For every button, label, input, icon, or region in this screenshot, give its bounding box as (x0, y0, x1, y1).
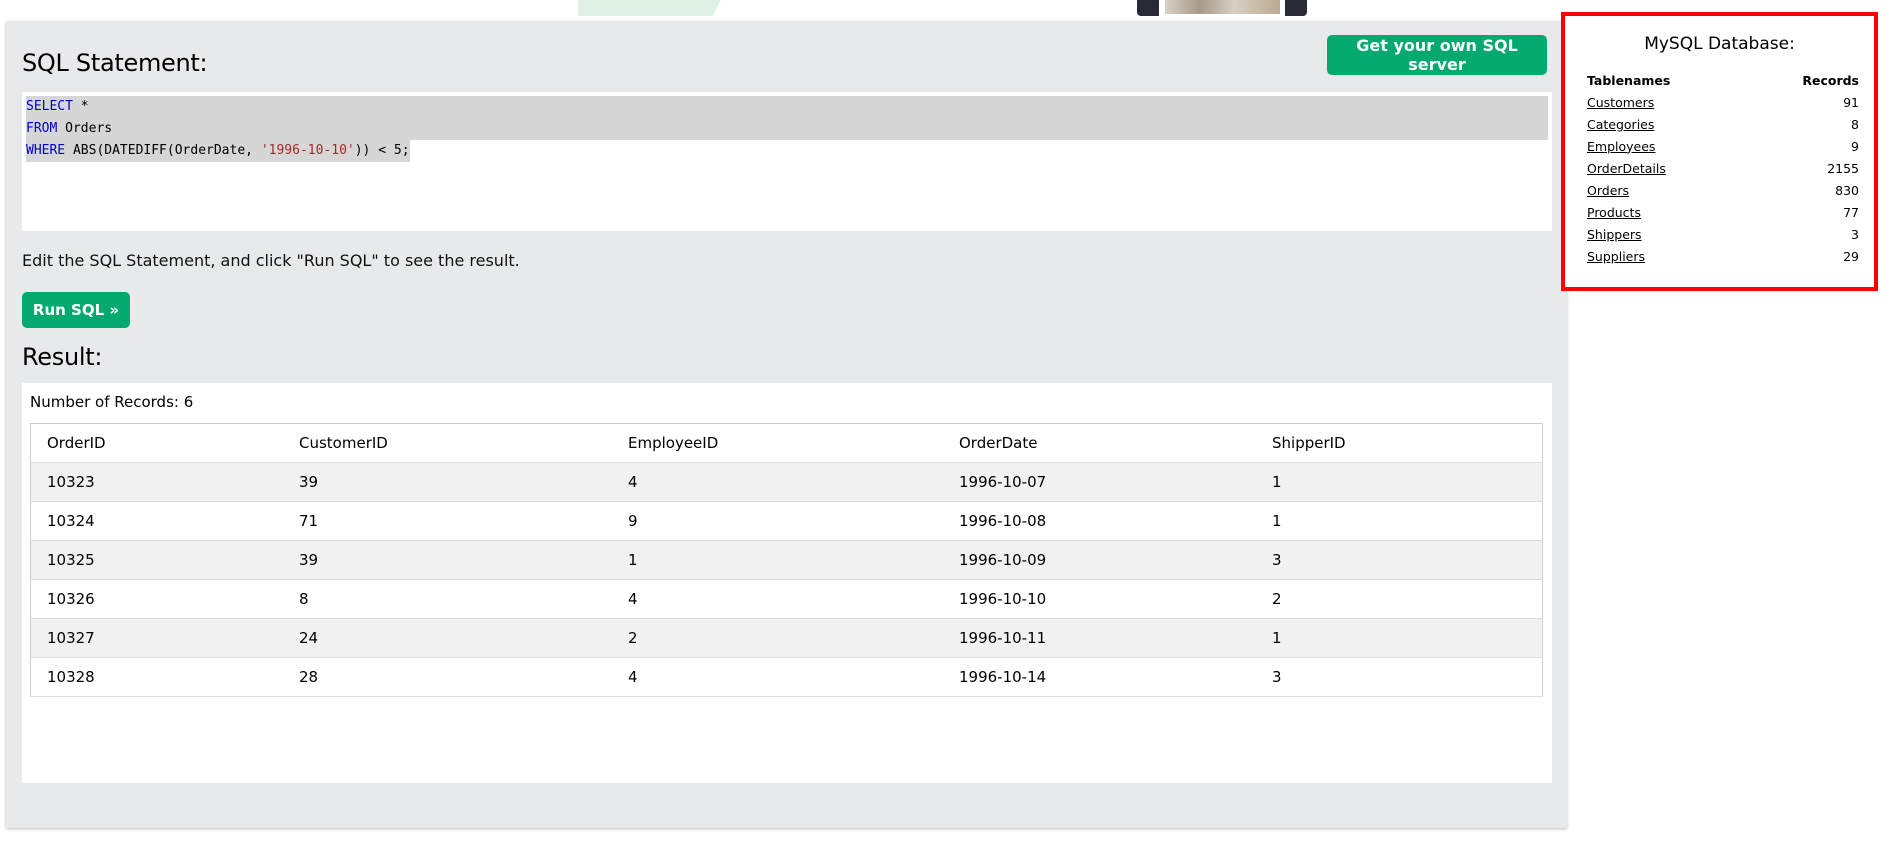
table-link-orders[interactable]: Orders (1587, 183, 1629, 198)
table-link-categories[interactable]: Categories (1587, 117, 1654, 132)
code-line: FROM Orders (26, 118, 1548, 140)
table-link-suppliers[interactable]: Suppliers (1587, 249, 1645, 264)
column-header: EmployeeID (612, 423, 943, 463)
table-cell: 2 (1256, 579, 1543, 619)
table-cell: 10325 (30, 540, 283, 580)
database-table-row: OrderDetails 2155 (1587, 157, 1859, 179)
table-link-shippers[interactable]: Shippers (1587, 227, 1642, 242)
database-table-row: Customers 91 (1587, 91, 1859, 113)
database-table-row: Shippers 3 (1587, 223, 1859, 245)
database-table-row: Products 77 (1587, 201, 1859, 223)
table-row: 10327 24 2 1996-10-11 1 (30, 618, 1543, 658)
database-title: MySQL Database: (1644, 34, 1795, 54)
table-cell: 9 (612, 501, 943, 541)
table-record-count: 8 (1851, 116, 1859, 132)
table-cell: 10323 (30, 462, 283, 502)
table-cell: 1996-10-08 (943, 501, 1256, 541)
result-table: OrderID CustomerID EmployeeID OrderDate … (30, 423, 1543, 697)
database-table-row: Employees 9 (1587, 135, 1859, 157)
table-link-products[interactable]: Products (1587, 205, 1641, 220)
table-cell: 39 (283, 540, 612, 580)
table-cell: 10326 (30, 579, 283, 619)
table-cell: 4 (612, 579, 943, 619)
table-cell: 10328 (30, 657, 283, 697)
run-sql-button[interactable]: Run SQL » (22, 292, 130, 328)
banner-ad-image (1165, 0, 1280, 14)
table-record-count: 29 (1843, 248, 1859, 264)
table-record-count: 830 (1835, 182, 1859, 198)
code-line: SELECT * (26, 96, 1548, 118)
mysql-database-panel: MySQL Database: Tablenames Records Custo… (1561, 12, 1878, 291)
table-cell: 1996-10-14 (943, 657, 1256, 697)
table-cell: 4 (612, 657, 943, 697)
table-cell: 4 (612, 462, 943, 502)
table-cell: 28 (283, 657, 612, 697)
table-cell: 2 (612, 618, 943, 658)
table-link-employees[interactable]: Employees (1587, 139, 1655, 154)
table-cell: 8 (283, 579, 612, 619)
result-heading: Result: (22, 343, 103, 371)
table-row: 10326 8 4 1996-10-10 2 (30, 579, 1543, 619)
table-cell: 1 (612, 540, 943, 580)
tablenames-header: Tablenames (1587, 72, 1671, 88)
table-link-customers[interactable]: Customers (1587, 95, 1654, 110)
table-record-count: 77 (1843, 204, 1859, 220)
database-table-row: Categories 8 (1587, 113, 1859, 135)
table-cell: 3 (1256, 657, 1543, 697)
table-cell: 1 (1256, 462, 1543, 502)
banner-ad-graphic (578, 0, 721, 16)
database-tables-list: Tablenames Records Customers 91 Categori… (1587, 69, 1859, 267)
table-link-orderdetails[interactable]: OrderDetails (1587, 161, 1666, 176)
sql-tryit-panel: SQL Statement: Get your own SQL server S… (6, 21, 1567, 828)
column-header: CustomerID (283, 423, 612, 463)
table-header-row: OrderID CustomerID EmployeeID OrderDate … (30, 423, 1543, 463)
get-own-sql-server-button[interactable]: Get your own SQL server (1327, 35, 1547, 75)
code-line: WHERE ABS(DATEDIFF(OrderDate, '1996-10-1… (26, 140, 410, 162)
table-cell: 1996-10-10 (943, 579, 1256, 619)
table-cell: 10327 (30, 618, 283, 658)
records-count: Number of Records: 6 (30, 393, 194, 411)
banner-frame-right (1285, 0, 1307, 16)
table-row: 10324 71 9 1996-10-08 1 (30, 501, 1543, 541)
table-cell: 10324 (30, 501, 283, 541)
table-cell: 1996-10-07 (943, 462, 1256, 502)
sql-statement-heading: SQL Statement: (22, 49, 208, 77)
records-header: Records (1802, 72, 1859, 88)
table-row: 10325 39 1 1996-10-09 3 (30, 540, 1543, 580)
table-cell: 1996-10-09 (943, 540, 1256, 580)
banner-frame-left (1137, 0, 1159, 16)
table-cell: 1996-10-11 (943, 618, 1256, 658)
column-header: ShipperID (1256, 423, 1543, 463)
table-cell: 39 (283, 462, 612, 502)
table-cell: 1 (1256, 501, 1543, 541)
sql-code-editor[interactable]: SELECT * FROM Orders WHERE ABS(DATEDIFF(… (22, 92, 1552, 231)
result-container: Number of Records: 6 OrderID CustomerID … (22, 383, 1552, 783)
column-header: OrderID (30, 423, 283, 463)
database-table-row: Suppliers 29 (1587, 245, 1859, 267)
table-cell: 71 (283, 501, 612, 541)
table-record-count: 3 (1851, 226, 1859, 242)
table-cell: 24 (283, 618, 612, 658)
table-cell: 1 (1256, 618, 1543, 658)
column-header: OrderDate (943, 423, 1256, 463)
table-cell: 3 (1256, 540, 1543, 580)
editor-instructions: Edit the SQL Statement, and click "Run S… (22, 251, 520, 270)
table-record-count: 9 (1851, 138, 1859, 154)
database-header-row: Tablenames Records (1587, 69, 1859, 91)
table-row: 10328 28 4 1996-10-14 3 (30, 657, 1543, 697)
table-record-count: 91 (1843, 94, 1859, 110)
table-record-count: 2155 (1827, 160, 1859, 176)
table-row: 10323 39 4 1996-10-07 1 (30, 462, 1543, 502)
database-table-row: Orders 830 (1587, 179, 1859, 201)
